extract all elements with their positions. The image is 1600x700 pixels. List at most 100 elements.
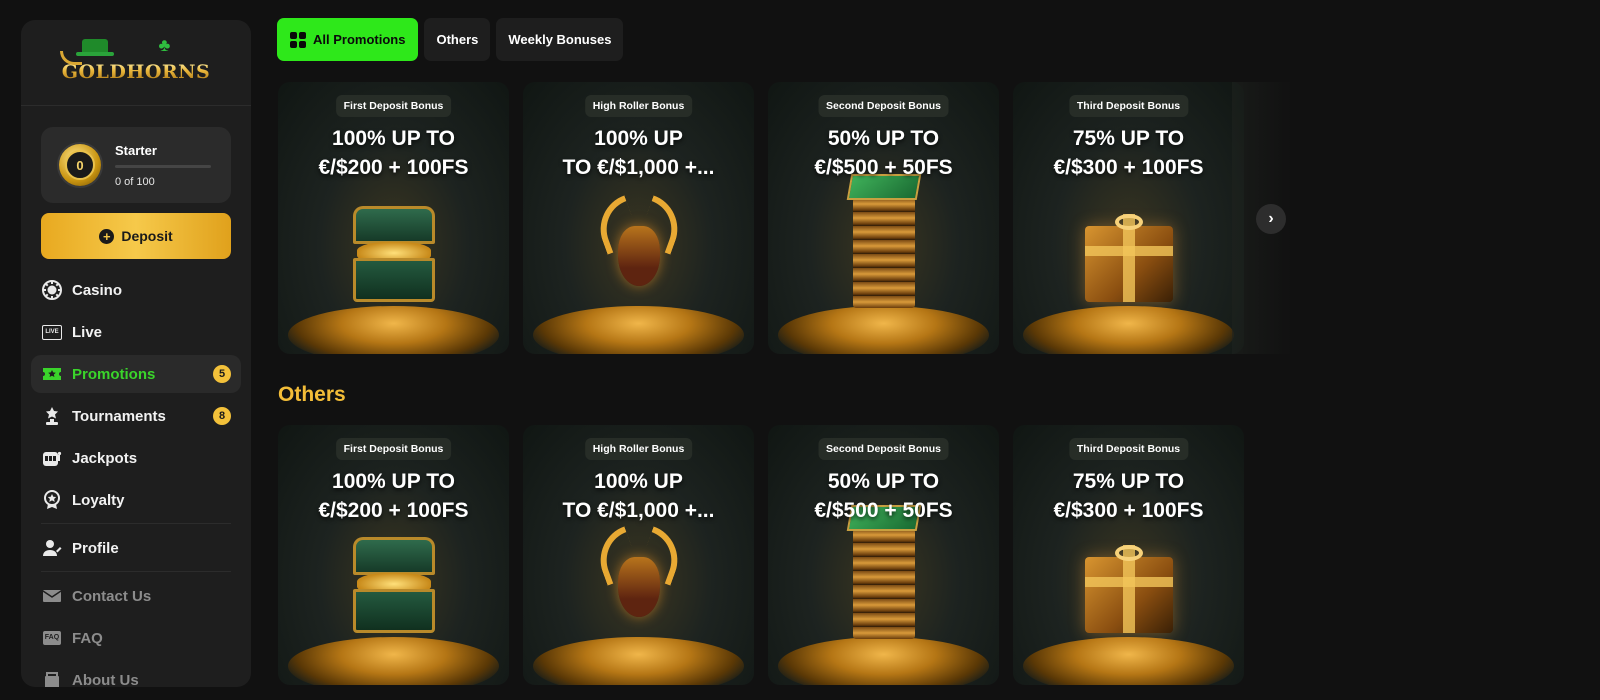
tab-label: Others: [436, 32, 479, 47]
sidebar-item-about[interactable]: About Us: [31, 661, 241, 687]
promo-card-first-deposit[interactable]: First Deposit Bonus 100% UP TO €/$200 + …: [278, 425, 509, 685]
medal-icon: [41, 489, 63, 511]
promo-title-line1: 50% UP TO: [827, 127, 940, 150]
gold-coins-pile: [533, 637, 744, 685]
sidebar-item-casino[interactable]: Casino: [31, 271, 241, 309]
promo-title-line1: 75% UP TO: [1072, 470, 1185, 493]
logo-text: GOLDHORNS: [61, 60, 211, 83]
treasure-chest-image: [352, 537, 435, 633]
user-icon: [41, 537, 63, 559]
live-icon-text: LIVE: [42, 324, 62, 340]
sidebar-item-label: FAQ: [72, 629, 103, 647]
sidebar-item-faq[interactable]: FAQ FAQ: [31, 619, 241, 657]
nav-divider: [41, 523, 231, 524]
promo-title: 100% UP TO €/$1,000 +...: [523, 467, 754, 525]
sidebar-item-label: Tournaments: [72, 407, 166, 425]
logo-area: ♣ GOLDHORNS: [21, 20, 251, 106]
promo-card-high-roller[interactable]: High Roller Bonus 100% UP TO €/$1,000 +.…: [523, 425, 754, 685]
sidebar-item-contact[interactable]: Contact Us: [31, 577, 241, 615]
promo-title-line2: €/$300 + 100FS: [1053, 499, 1204, 522]
gold-coins-pile: [1023, 637, 1234, 685]
gold-coins-pile: [778, 306, 989, 354]
trophy-icon: [41, 405, 63, 427]
live-icon: LIVE: [41, 321, 63, 343]
promo-card-second-deposit[interactable]: Second Deposit Bonus 50% UP TO €/$500 + …: [768, 82, 999, 354]
promo-card-first-deposit[interactable]: First Deposit Bonus 100% UP TO €/$200 + …: [278, 82, 509, 354]
sidebar-item-jackpots[interactable]: Jackpots: [31, 439, 241, 477]
promo-title: 100% UP TO €/$1,000 +...: [523, 124, 754, 182]
goldhorns-logo[interactable]: ♣ GOLDHORNS: [59, 35, 211, 83]
sidebar-item-label: Contact Us: [72, 587, 152, 605]
level-name: Starter: [115, 142, 157, 158]
tab-label: Weekly Bonuses: [508, 32, 612, 47]
gold-coins-pile: [778, 637, 989, 685]
promo-title-line1: 100% UP TO: [332, 470, 455, 493]
promo-title-line2: €/$500 + 50FS: [814, 499, 953, 522]
chevron-right-icon[interactable]: ›: [1256, 204, 1286, 234]
promo-tag: Second Deposit Bonus: [818, 438, 949, 460]
faq-icon-text: FAQ: [42, 631, 62, 645]
promo-card-high-roller[interactable]: High Roller Bonus 100% UP TO €/$1,000 +.…: [523, 82, 754, 354]
tab-label: All Promotions: [313, 32, 406, 47]
tab-weekly-bonuses[interactable]: Weekly Bonuses: [496, 18, 624, 61]
tournaments-count-badge: 8: [213, 407, 231, 425]
promo-title: 75% UP TO €/$300 + 100FS: [1013, 467, 1244, 525]
section-title-others: Others: [278, 383, 346, 406]
promo-title-line1: 75% UP TO: [1072, 127, 1185, 150]
promo-tag: First Deposit Bonus: [335, 438, 452, 460]
promo-card-third-deposit[interactable]: Third Deposit Bonus 75% UP TO €/$300 + 1…: [1013, 82, 1244, 354]
sidebar-item-tournaments[interactable]: Tournaments 8: [31, 397, 241, 435]
ticket-icon: [41, 363, 63, 385]
deposit-label: Deposit: [121, 228, 173, 244]
promo-title-line1: 100% UP: [594, 127, 683, 150]
promo-title-line2: €/$300 + 100FS: [1053, 156, 1204, 179]
promo-tag: Second Deposit Bonus: [818, 95, 949, 117]
promo-title: 100% UP TO €/$200 + 100FS: [278, 124, 509, 182]
promotion-tabs: All Promotions Others Weekly Bonuses: [277, 18, 624, 61]
sidebar-item-profile[interactable]: Profile: [31, 529, 241, 567]
treasure-chest-image: [352, 206, 435, 302]
promo-card-second-deposit[interactable]: Second Deposit Bonus 50% UP TO €/$500 + …: [768, 425, 999, 685]
promo-title-line2: €/$200 + 100FS: [318, 156, 469, 179]
nav-divider: [41, 571, 231, 572]
gold-coins-pile: [288, 637, 499, 685]
promo-title: 50% UP TO €/$500 + 50FS: [768, 124, 999, 182]
promo-title-line2: €/$200 + 100FS: [318, 499, 469, 522]
sidebar-item-loyalty[interactable]: Loyalty: [31, 481, 241, 519]
golden-bull-image: [590, 526, 687, 631]
sidebar: ♣ GOLDHORNS 0 Starter 0 of 100 + Deposit…: [21, 20, 251, 687]
deposit-button[interactable]: + Deposit: [41, 213, 231, 259]
others-grid: First Deposit Bonus 100% UP TO €/$200 + …: [278, 425, 1244, 685]
level-info: Starter 0 of 100: [115, 143, 211, 188]
promo-tag: High Roller Bonus: [584, 438, 693, 460]
level-coin-digit: 0: [65, 150, 95, 180]
sidebar-item-promotions[interactable]: Promotions 5: [31, 355, 241, 393]
sidebar-item-label: Promotions: [72, 365, 156, 383]
promo-tag: High Roller Bonus: [584, 95, 693, 117]
promo-title: 75% UP TO €/$300 + 100FS: [1013, 124, 1244, 182]
gold-coins-pile: [1023, 306, 1234, 354]
level-progress-text: 0 of 100: [115, 175, 155, 188]
promo-card-third-deposit[interactable]: Third Deposit Bonus 75% UP TO €/$300 + 1…: [1013, 425, 1244, 685]
level-card[interactable]: 0 Starter 0 of 100: [41, 127, 231, 203]
gold-coins-pile: [533, 306, 744, 354]
gift-box-image: [1084, 214, 1173, 302]
faq-icon: FAQ: [41, 627, 63, 649]
gold-bar-stack-image: [845, 505, 923, 639]
grid-icon: [290, 31, 306, 48]
sidebar-nav: Casino LIVE Live Promotions 5 Tournament…: [21, 271, 251, 687]
promo-title-line1: 100% UP: [594, 470, 683, 493]
promotions-carousel: First Deposit Bonus 100% UP TO €/$200 + …: [278, 82, 1244, 354]
slot-machine-icon: [41, 447, 63, 469]
sidebar-item-label: Jackpots: [72, 449, 138, 467]
tab-all-promotions[interactable]: All Promotions: [277, 18, 419, 61]
promo-title: 100% UP TO €/$200 + 100FS: [278, 467, 509, 525]
sidebar-item-live[interactable]: LIVE Live: [31, 313, 241, 351]
tab-others[interactable]: Others: [424, 18, 491, 61]
promo-title-line2: TO €/$1,000 +...: [562, 499, 715, 522]
sidebar-item-label: Profile: [72, 539, 119, 557]
promo-tag: Third Deposit Bonus: [1068, 95, 1189, 117]
promo-tag: First Deposit Bonus: [335, 95, 452, 117]
gold-coins-pile: [288, 306, 499, 354]
info-icon: [41, 669, 63, 687]
